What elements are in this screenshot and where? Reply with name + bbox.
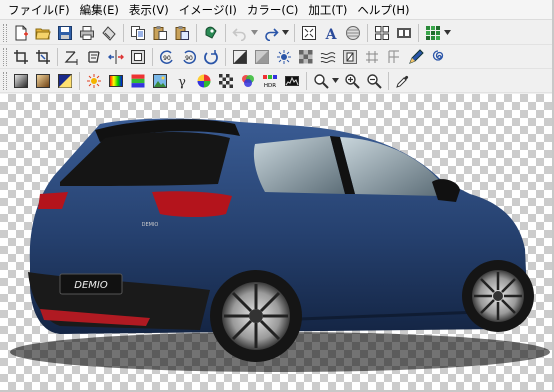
menu-edit[interactable]: 編集(E) [75,0,124,20]
svg-text:A: A [325,27,338,41]
undo-icon[interactable] [230,23,250,43]
zoom-out-icon[interactable] [364,71,384,91]
brightness-icon[interactable] [84,71,104,91]
redo-dropdown-icon[interactable] [281,23,289,43]
rgb-channels-icon[interactable] [238,71,258,91]
color-wheel-icon[interactable] [194,71,214,91]
sphere-icon[interactable] [343,23,363,43]
car-photo: DEMIO DEMIO [10,118,550,372]
rotate-left-icon[interactable]: 90 [157,47,177,67]
app-window: ファイル(F) 編集(E) 表示(V) イメージ(I) カラー(C) 加工(T)… [0,0,554,392]
toolbar-separator [79,71,80,90]
paste-new-icon[interactable] [172,23,192,43]
svg-text:HDR: HDR [264,83,276,89]
menu-bar: ファイル(F) 編集(E) 表示(V) イメージ(I) カラー(C) 加工(T)… [0,0,552,20]
hue-icon[interactable] [128,71,148,91]
capture-icon[interactable] [201,23,221,43]
svg-text:γ: γ [178,75,186,89]
flip-icon[interactable] [106,47,126,67]
fit-window-icon[interactable] [299,23,319,43]
mosaic-icon[interactable] [296,47,316,67]
oil-icon[interactable] [384,47,404,67]
redo-icon[interactable] [261,23,281,43]
filmstrip-icon[interactable] [394,23,414,43]
menu-image[interactable]: イメージ(I) [174,0,242,20]
badge-text: DEMIO [142,222,159,228]
save-icon[interactable] [55,23,75,43]
edge-icon[interactable] [362,47,382,67]
image-canvas[interactable]: DEMIO DEMIO [0,94,552,390]
histogram-icon[interactable] [282,71,302,91]
toolbar-separator [225,47,226,66]
toolbar-transform: 90 90 [0,45,552,69]
zoom-caret-icon[interactable] [331,71,339,91]
toolbar-separator [388,71,389,90]
toolbar-separator [225,23,226,42]
menu-process[interactable]: 加工(T) [303,0,352,20]
svg-text:90: 90 [163,55,171,62]
rotate-free-icon[interactable] [201,47,221,67]
toolbar-color: γ HDR [0,69,552,93]
sepia-icon[interactable] [33,71,53,91]
eyedropper-icon[interactable] [393,71,413,91]
halftone-icon[interactable] [216,71,236,91]
emboss-icon[interactable] [340,47,360,67]
toolbar-separator [152,47,153,66]
toolbar-separator [306,71,307,90]
open-folder-icon[interactable] [33,23,53,43]
menu-file[interactable]: ファイル(F) [3,0,75,20]
toolbar-separator [418,23,419,42]
hdr-icon[interactable]: HDR [260,71,280,91]
toolbar-standard: A [0,21,552,45]
color-balance-icon[interactable] [106,71,126,91]
new-document-icon[interactable] [11,23,31,43]
border-icon[interactable] [128,47,148,67]
toolbar-separator [123,23,124,42]
crop-icon[interactable] [11,47,31,67]
image-adjust-icon[interactable] [150,71,170,91]
toolbar-separator [57,47,58,66]
color-grid-dropdown-icon[interactable] [443,23,451,43]
grayscale-icon[interactable] [11,71,31,91]
scan-icon[interactable] [99,23,119,43]
text-icon[interactable]: A [321,23,341,43]
svg-text:90: 90 [185,55,193,62]
auto-crop-icon[interactable] [33,47,53,67]
menu-view[interactable]: 表示(V) [124,0,174,20]
rotate-right-icon[interactable]: 90 [179,47,199,67]
resize-icon[interactable] [62,47,82,67]
zoom-in-icon[interactable] [342,71,362,91]
noise-icon[interactable] [274,47,294,67]
toolbar-separator [294,23,295,42]
toolbar-grip[interactable] [3,71,7,90]
negative-icon[interactable] [55,71,75,91]
menu-help[interactable]: ヘルプ(H) [352,0,414,20]
gamma-icon[interactable]: γ [172,71,192,91]
menu-color[interactable]: カラー(C) [242,0,304,20]
toolbar-grip[interactable] [3,23,7,42]
plate-text: DEMIO [74,280,108,291]
toolbar-separator [196,23,197,42]
thumbnail-grid-icon[interactable] [372,23,392,43]
toolbar-separator [367,23,368,42]
pen-icon[interactable] [406,47,426,67]
blur-icon[interactable] [252,47,272,67]
toolbar-grip[interactable] [3,47,7,66]
copy-icon[interactable] [128,23,148,43]
paste-icon[interactable] [150,23,170,43]
spiral-icon[interactable] [428,47,448,67]
zoom-dropdown-icon[interactable] [311,71,331,91]
undo-dropdown-icon[interactable] [250,23,258,43]
wave-icon[interactable] [318,47,338,67]
sharpen-icon[interactable] [230,47,250,67]
print-icon[interactable] [77,23,97,43]
color-grid-icon[interactable] [423,23,443,43]
canvas-size-icon[interactable] [84,47,104,67]
